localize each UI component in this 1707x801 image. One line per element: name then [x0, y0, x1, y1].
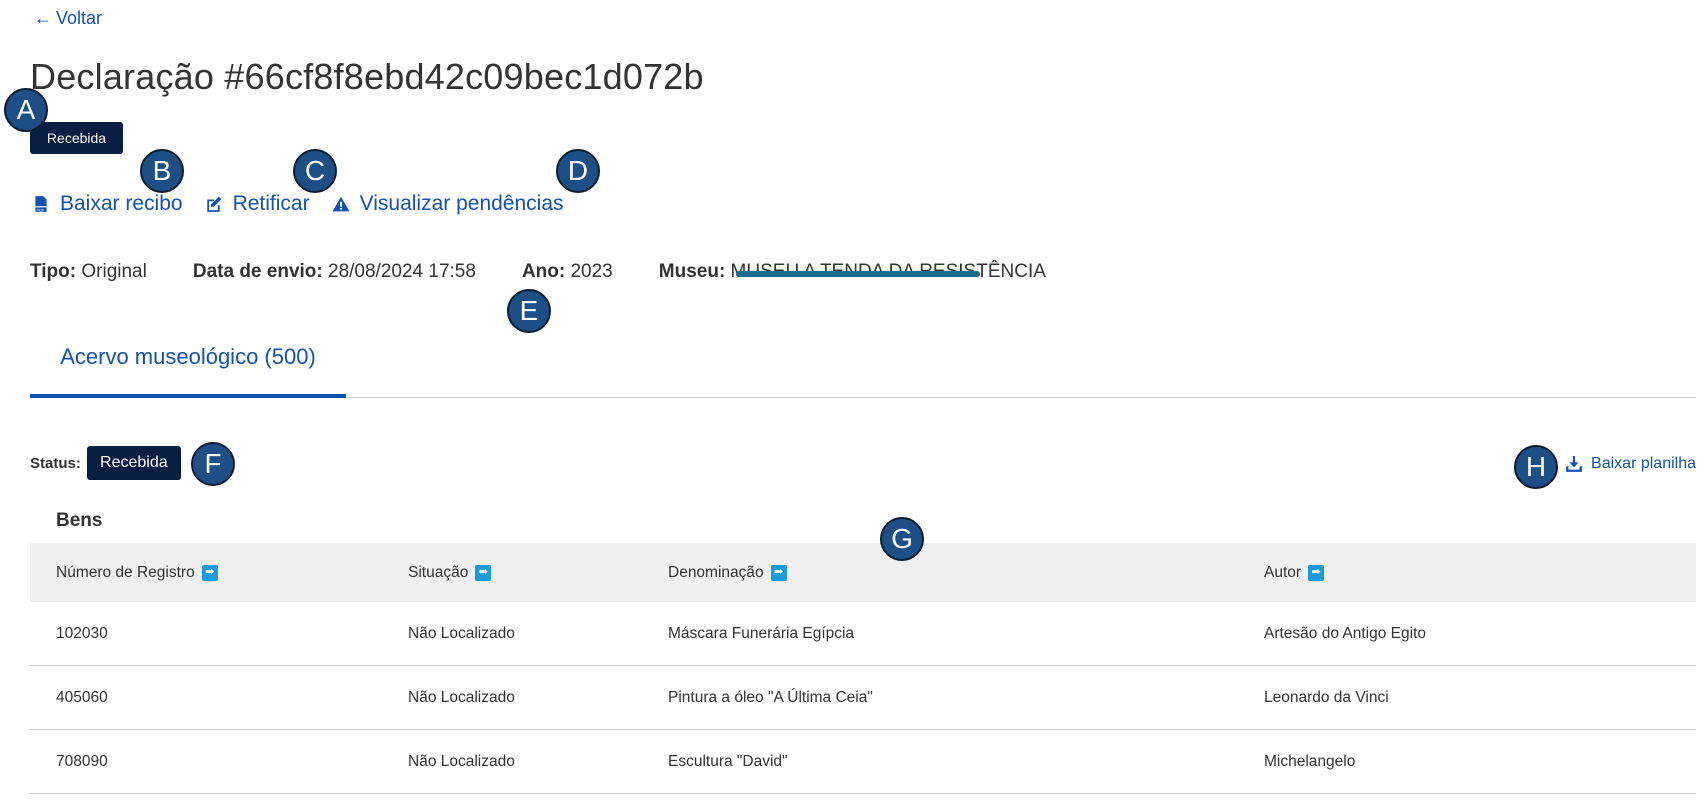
edit-icon — [206, 196, 221, 212]
section-title: Bens — [56, 510, 103, 531]
arrow-left-icon: ← — [34, 8, 52, 28]
meta-sent-date: Data de envio: 28/08/2024 17:58 — [192, 261, 476, 282]
status-badge: Recebida — [86, 446, 181, 480]
view-pending-button[interactable]: Visualizar pendências — [332, 192, 564, 216]
back-link[interactable]: ← Voltar — [34, 8, 102, 29]
action-bar: PDF Baixar recibo Retificar Visualizar p… — [32, 192, 564, 216]
table-row: 708090 Não Localizado Escultura "David" … — [30, 730, 1696, 794]
cell-situation: Não Localizado — [408, 624, 515, 642]
cell-denomination: Escultura "David" — [668, 752, 788, 770]
download-receipt-button[interactable]: PDF Baixar recibo — [32, 192, 183, 216]
download-sheet-label: Baixar planilha — [1591, 455, 1696, 472]
column-header-situation[interactable]: Situação ➡ — [408, 564, 492, 582]
declaration-status-badge: Recebida — [30, 122, 123, 154]
cell-registration-number: 102030 — [56, 624, 108, 642]
cell-denomination: Máscara Funerária Egípcia — [668, 624, 855, 642]
status-label: Status: — [30, 454, 81, 472]
tab-bar: Acervo museológico (500) — [30, 334, 1696, 398]
rectify-button[interactable]: Retificar — [205, 192, 310, 216]
annotation-marker-f: F — [191, 442, 235, 486]
cell-author: Michelangelo — [1264, 752, 1356, 770]
sort-arrow-icon[interactable]: ➡ — [770, 564, 787, 581]
meta-year: Ano: 2023 — [521, 261, 613, 282]
annotation-marker-d: D — [556, 149, 600, 193]
meta-type: Tipo: Original — [30, 261, 147, 282]
cell-situation: Não Localizado — [408, 688, 515, 706]
table-row: 405060 Não Localizado Pintura a óleo "A … — [30, 666, 1696, 730]
sort-arrow-icon[interactable]: ➡ — [475, 564, 492, 581]
back-label: Voltar — [56, 8, 103, 28]
page-title: Declaração #66cf8f8ebd42c09bec1d072b — [30, 56, 704, 97]
view-pending-label: Visualizar pendências — [359, 192, 564, 215]
pdf-file-icon: PDF — [35, 196, 47, 212]
cell-author: Artesão do Antigo Egito — [1264, 624, 1427, 642]
rectify-label: Retificar — [232, 192, 310, 215]
redaction-mark — [735, 271, 980, 277]
sort-arrow-icon[interactable]: ➡ — [1308, 564, 1325, 581]
cell-registration-number: 405060 — [56, 688, 108, 706]
sort-arrow-icon[interactable]: ➡ — [201, 564, 218, 581]
annotation-marker-c: C — [293, 149, 337, 193]
collection-status: Status: Recebida — [30, 446, 181, 480]
annotation-marker-b: B — [140, 149, 184, 193]
cell-situation: Não Localizado — [408, 752, 515, 770]
annotation-marker-a: A — [4, 88, 48, 132]
download-icon — [1566, 456, 1582, 472]
download-receipt-label: Baixar recibo — [60, 192, 183, 215]
meta-museum: Museu: MUSEU A TENDA DA RESISTÊNCIA — [658, 261, 1046, 282]
download-sheet-button[interactable]: Baixar planilha — [1565, 455, 1696, 473]
column-header-registration-number[interactable]: Número de Registro ➡ — [56, 564, 218, 582]
svg-text:PDF: PDF — [37, 207, 45, 212]
cell-registration-number: 708090 — [56, 752, 108, 770]
assets-table: Número de Registro ➡ Situação ➡ Denominaçã… — [30, 543, 1696, 794]
tab-museum-collection[interactable]: Acervo museológico (500) — [30, 334, 346, 398]
column-header-denomination[interactable]: Denominação ➡ — [668, 564, 787, 582]
cell-denomination: Pintura a óleo "A Última Ceia" — [668, 688, 873, 706]
declaration-meta: Tipo: Original Data de envio: 28/08/2024… — [30, 261, 1092, 283]
warning-icon — [332, 196, 350, 212]
cell-author: Leonardo da Vinci — [1264, 688, 1389, 706]
column-header-author[interactable]: Autor ➡ — [1264, 564, 1325, 582]
annotation-marker-h: H — [1514, 445, 1558, 489]
table-header: Número de Registro ➡ Situação ➡ Denominaçã… — [30, 543, 1696, 602]
table-row: 102030 Não Localizado Máscara Funerária … — [30, 602, 1696, 666]
annotation-marker-g: G — [880, 517, 924, 561]
annotation-marker-e: E — [507, 289, 551, 333]
